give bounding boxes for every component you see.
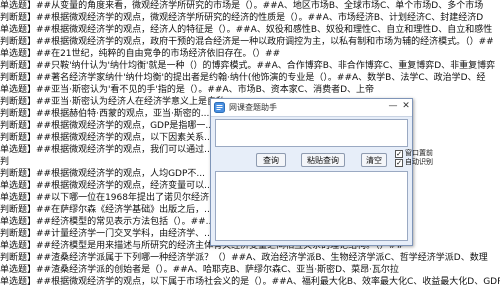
- search-helper-window[interactable]: 网课查题助手 — ✕ 查询 粘贴查询 清空 ✓ 窗口置前 ✓ 自动识别: [210, 98, 433, 246]
- document-line: 判断题】##根据微观经济学的观点，政府干预的混合经济是一种以政府调控为主，以私有…: [0, 37, 494, 47]
- document-line: 单选题】##以下哪一位在1968年提出了诺贝尔经济...: [0, 193, 218, 203]
- document-line: 判: [0, 157, 10, 167]
- document-line: 判断题】##计量经济学一门交叉学科，由经济学、...: [0, 229, 213, 239]
- document-line: 单选题】##根据微观经济学的观点，以下属于市场社会义的是（）。##A、福利最大化…: [0, 277, 500, 287]
- document-line: 判断题】##根据微观经济学的观点，人均GDP不...: [0, 169, 205, 179]
- auto-recognize-checkbox[interactable]: ✓: [395, 159, 403, 167]
- document-line: 判断题】##著名经济学家纳什'纳什均衡'的提出者是约翰·纳什(他饰演的专业是（）…: [0, 73, 486, 83]
- window-on-top-label: 窗口置前: [405, 149, 433, 157]
- clear-button[interactable]: 清空: [361, 153, 387, 167]
- paste-query-button[interactable]: 粘贴查询: [301, 153, 345, 167]
- query-input[interactable]: [215, 119, 408, 147]
- minimize-icon[interactable]: —: [387, 101, 399, 113]
- document-line: 判断题】##亚当·斯密认为经济人在经济学意义上是自私...: [0, 97, 234, 107]
- document-line: 判断题】##根据微观经济学的观点，微观经济学所研究的经济的性质是（）。##A、市…: [0, 13, 484, 23]
- document-line: 单选题】##根据微观经济学的观点，经济变量可以...: [0, 181, 213, 191]
- document-line: 判断题】##渣桑经济学派属于下列哪一种经济学派？（）##A、政治经济学派B、生物…: [0, 253, 488, 263]
- result-text-area[interactable]: [215, 171, 408, 241]
- document-line: 判断题】##根据微观经济学的观点，GDP是指哪一...: [0, 121, 214, 131]
- document-line: 判断题】##在萨缪尔森《经济学基础》出版之后，...: [0, 205, 213, 215]
- document-line: 判断题】##根据微观经济学的观点，以下因素关系...: [0, 133, 213, 143]
- document-line: 单选题】##从变量的角度来看，微观经济学所研究的市场是（）。##A、地区市场B、…: [0, 1, 484, 11]
- query-button[interactable]: 查询: [256, 153, 286, 167]
- document-line: 判断题】##只鞍'纳什认为'纳什均衡'就是一种（）的博弈模式。##A、合作博弈B…: [0, 61, 496, 71]
- document-line: 单选题】##亚当·斯密认为'看不见的手'指的是（）。##A、市场B、资本家C、消…: [0, 85, 375, 95]
- document-line: 单选题】##渣桑经济学派的创始者是（）。##A、哈耶克B、萨缪尔森C、亚当·斯密…: [0, 265, 399, 275]
- window-titlebar[interactable]: 网课查题助手 — ✕: [211, 99, 412, 117]
- document-line: 单选题】##根据微观经济学的观点，经济人的特征是（）。##A、奴役和感性B、奴役…: [0, 25, 493, 35]
- document-line: 单选题】##在21世纪，纯粹的自由竞争的市场经济依旧存在。（）##: [0, 49, 281, 59]
- auto-recognize-label: 自动识别: [405, 158, 433, 166]
- window-title: 网课查题助手: [229, 103, 277, 112]
- document-line: 单选题】##根据微观经济学的观点，我们可以通过...: [0, 145, 213, 155]
- document-line: 单选题】##经济模型的常见表示方法包括（）。##...: [0, 217, 215, 227]
- document-line: 判断题】##根据赫伯特·西蒙的观点，亚当·斯密的...: [0, 109, 210, 119]
- window-on-top-checkbox[interactable]: ✓: [395, 150, 403, 158]
- app-icon: [214, 102, 225, 113]
- close-icon[interactable]: ✕: [400, 101, 412, 113]
